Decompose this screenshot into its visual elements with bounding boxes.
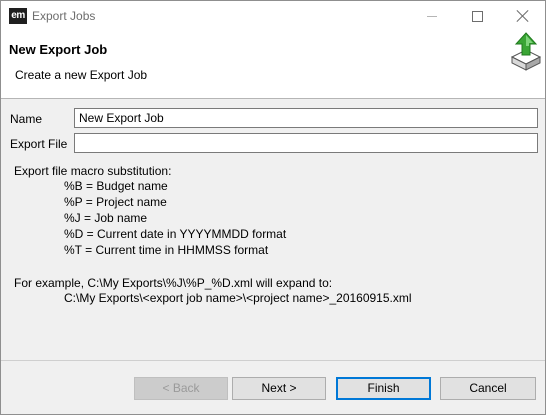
wizard-header: New Export Job Create a new Export Job	[1, 31, 545, 99]
macro-item: %D = Current date in YYYYMMDD format	[64, 227, 287, 241]
export-box-arrow-icon	[510, 32, 542, 71]
name-label: Name	[10, 112, 43, 126]
minimize-button[interactable]	[409, 1, 454, 31]
macro-help-intro: Export file macro substitution:	[14, 164, 172, 178]
example-intro: For example, C:\My Exports\%J\%P_%D.xml …	[14, 276, 333, 290]
app-icon: em	[9, 8, 27, 24]
page-subtitle: Create a new Export Job	[15, 68, 148, 82]
maximize-icon	[472, 11, 483, 22]
export-file-label: Export File	[10, 137, 68, 151]
window-title: Export Jobs	[32, 9, 96, 23]
name-field[interactable]	[74, 108, 538, 128]
minimize-icon	[427, 16, 437, 17]
macro-item: %T = Current time in HHMMSS format	[64, 243, 269, 257]
finish-button[interactable]: Finish	[336, 377, 431, 400]
maximize-button[interactable]	[454, 1, 499, 31]
example-result: C:\My Exports\<export job name>\<project…	[64, 291, 412, 305]
export-jobs-window: em Export Jobs New Export Job Create a n…	[0, 0, 546, 415]
close-button[interactable]	[500, 1, 545, 31]
macro-item: %B = Budget name	[64, 179, 168, 193]
macro-item: %P = Project name	[64, 195, 167, 209]
next-button[interactable]: Next >	[232, 377, 326, 400]
cancel-button[interactable]: Cancel	[440, 377, 536, 400]
back-button[interactable]: < Back	[134, 377, 228, 400]
export-file-field[interactable]	[74, 133, 538, 153]
macro-item: %J = Job name	[64, 211, 148, 225]
close-icon	[516, 9, 530, 23]
page-title: New Export Job	[9, 42, 108, 57]
button-bar-divider	[1, 360, 545, 361]
title-bar[interactable]: em Export Jobs	[1, 1, 545, 31]
